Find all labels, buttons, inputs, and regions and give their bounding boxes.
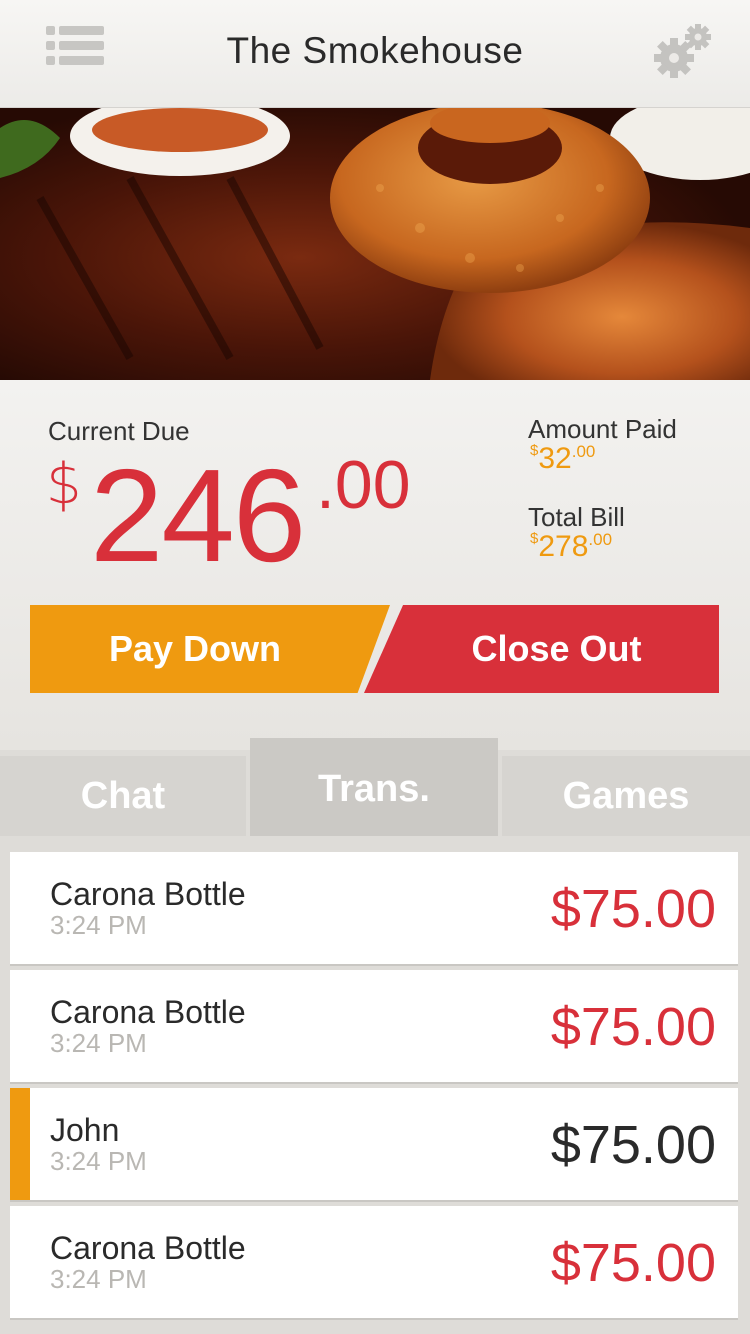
current-due-whole: 246 bbox=[90, 442, 306, 589]
item-time: 3:24 PM bbox=[50, 1264, 147, 1294]
item-amount: $75.00 bbox=[550, 1115, 716, 1175]
item-name: Carona Bottle bbox=[50, 876, 246, 912]
gears-icon[interactable] bbox=[650, 20, 716, 82]
amount-paid-value: $32.00 bbox=[530, 442, 595, 476]
tab-trans[interactable]: Trans. bbox=[250, 738, 498, 836]
item-amount: $75.00 bbox=[550, 879, 716, 939]
item-name: Carona Bottle bbox=[50, 1230, 246, 1266]
item-name: Carona Bottle bbox=[50, 994, 246, 1030]
tab-bar: Chat Trans. Games bbox=[0, 738, 750, 836]
tab-chat[interactable]: Chat bbox=[0, 756, 246, 836]
pay-down-button[interactable]: Pay Down bbox=[30, 605, 390, 693]
total-bill-label: Total Bill bbox=[528, 502, 625, 532]
bill-summary: Current Due $ 246 .00 Amount Paid $32.00… bbox=[0, 380, 750, 750]
total-bill-value: $278.00 bbox=[530, 530, 612, 564]
current-due-symbol: $ bbox=[46, 452, 82, 517]
amount-paid-whole: 32 bbox=[538, 442, 572, 475]
list-item[interactable]: John 3:24 PM $75.00 bbox=[10, 1088, 738, 1200]
total-bill-whole: 278 bbox=[538, 530, 589, 563]
tab-games[interactable]: Games bbox=[502, 756, 750, 836]
current-due-cents: .00 bbox=[316, 447, 411, 523]
list-item[interactable]: Carona Bottle 3:24 PM $75.00 bbox=[10, 1206, 738, 1318]
item-amount: $75.00 bbox=[550, 1233, 716, 1293]
list-item[interactable]: Carona Bottle 3:24 PM $75.00 bbox=[10, 970, 738, 1082]
amount-paid-label: Amount Paid bbox=[528, 414, 677, 444]
transaction-list: Carona Bottle 3:24 PM $75.00 Carona Bott… bbox=[10, 852, 738, 1324]
item-time: 3:24 PM bbox=[50, 1028, 147, 1058]
list-item[interactable]: Carona Bottle 3:24 PM $75.00 bbox=[10, 852, 738, 964]
close-out-button[interactable]: Close Out bbox=[364, 605, 719, 693]
hero-food-image bbox=[0, 108, 750, 380]
item-time: 3:24 PM bbox=[50, 1146, 147, 1176]
page-title: The Smokehouse bbox=[226, 30, 524, 71]
app-header: The Smokehouse bbox=[0, 0, 750, 108]
item-amount: $75.00 bbox=[550, 997, 716, 1057]
item-time: 3:24 PM bbox=[50, 910, 147, 940]
item-name: John bbox=[50, 1112, 120, 1148]
highlight-marker bbox=[10, 1088, 30, 1200]
total-bill-cents: .00 bbox=[588, 530, 613, 549]
amount-paid-cents: .00 bbox=[571, 442, 596, 461]
